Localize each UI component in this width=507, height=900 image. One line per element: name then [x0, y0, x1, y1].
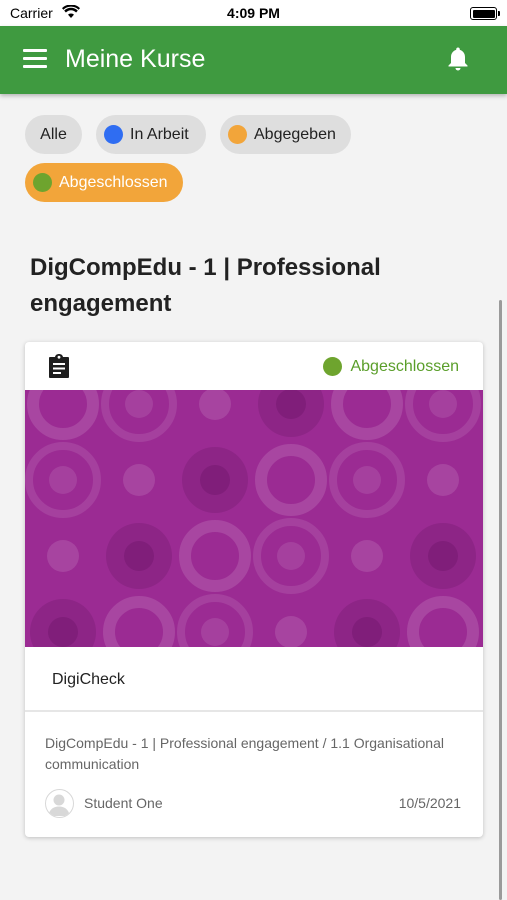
in-arbeit-dot-icon [104, 125, 123, 144]
filter-chip-label: Abgegeben [254, 125, 336, 143]
course-title: DigCompEdu - 1 | Professional engagement [30, 254, 381, 317]
divider [25, 710, 483, 712]
course-banner-image [25, 390, 483, 647]
bell-icon[interactable] [446, 46, 470, 72]
filter-chip-abgegeben[interactable]: Abgegeben [220, 115, 351, 154]
avatar [45, 789, 74, 818]
user-avatar-icon [48, 794, 70, 817]
filter-chip-label: Alle [40, 125, 67, 143]
status-label: Abgeschlossen [350, 357, 459, 375]
app-bar: Meine Kurse [0, 26, 507, 94]
filter-chip-alle[interactable]: Alle [25, 115, 82, 154]
clipboard-icon [49, 354, 69, 378]
page-title: Meine Kurse [65, 45, 206, 73]
date: 10/5/2021 [398, 795, 461, 811]
filter-chip-in-arbeit[interactable]: In Arbeit [96, 115, 206, 154]
filter-chip-abgeschlossen[interactable]: Abgeschlossen [25, 163, 183, 202]
activity-name: DigiCheck [52, 671, 125, 688]
status-dot-icon [323, 357, 343, 376]
course-path: DigCompEdu - 1 | Professional engagement… [45, 735, 444, 772]
filter-chip-label: Abgeschlossen [59, 173, 168, 191]
author-name: Student One [84, 795, 163, 811]
abgegeben-dot-icon [228, 125, 247, 144]
abgeschlossen-dot-icon [33, 173, 52, 192]
battery-icon [470, 7, 500, 20]
filter-chip-label: In Arbeit [130, 125, 189, 143]
course-card[interactable]: Abgeschlossen DigiCheck DigCompEdu - 1 |… [25, 342, 483, 837]
card-status: Abgeschlossen [323, 357, 459, 376]
scrollbar[interactable] [499, 300, 502, 900]
menu-icon[interactable] [23, 49, 47, 69]
status-bar: Carrier 4:09 PM [0, 0, 507, 26]
clock: 4:09 PM [227, 5, 280, 21]
